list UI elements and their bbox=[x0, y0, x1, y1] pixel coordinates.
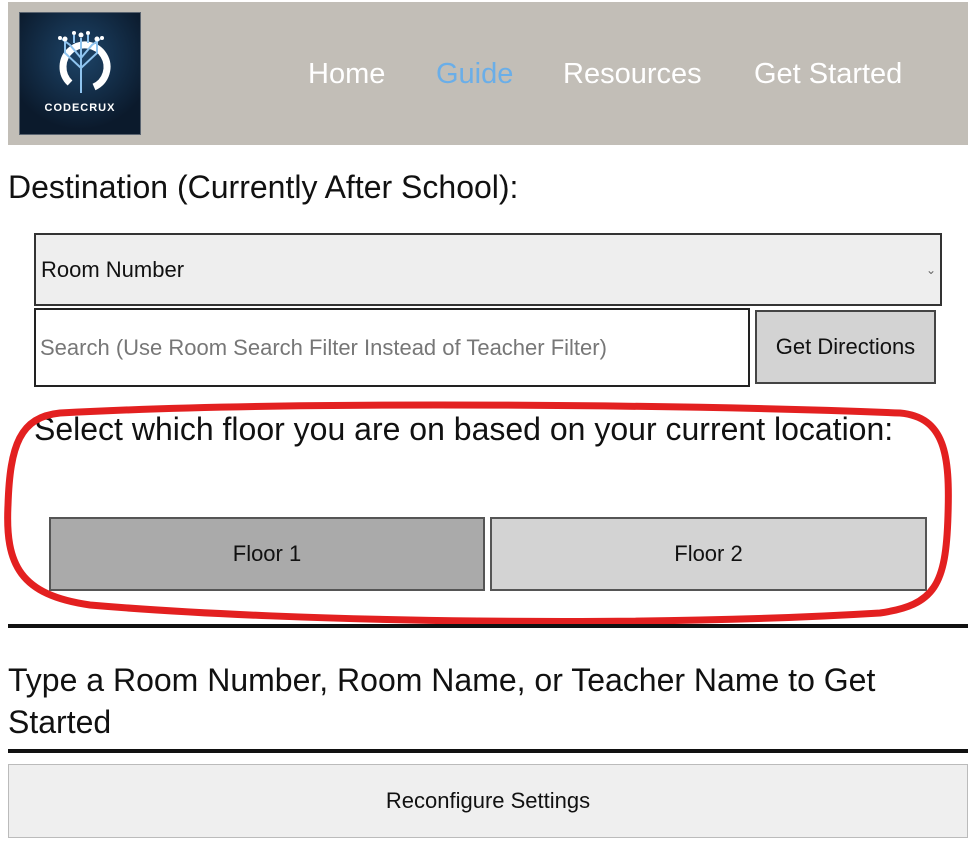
nav-guide[interactable]: Guide bbox=[436, 58, 513, 91]
codecrux-logo[interactable]: CODECRUX bbox=[19, 12, 141, 135]
reconfigure-settings-button[interactable]: Reconfigure Settings bbox=[8, 764, 968, 838]
destination-type-select[interactable]: Room Number ⌄ bbox=[34, 233, 942, 306]
red-annotation-circle bbox=[4, 401, 952, 625]
logo-text: CODECRUX bbox=[44, 102, 116, 114]
nav-resources[interactable]: Resources bbox=[563, 58, 702, 91]
nav-home[interactable]: Home bbox=[308, 58, 385, 91]
site-header: CODECRUX Home Guide Resources Get Starte… bbox=[8, 2, 968, 145]
divider bbox=[8, 624, 968, 628]
divider bbox=[8, 749, 968, 753]
search-placeholder: Search (Use Room Search Filter Instead o… bbox=[40, 334, 607, 360]
search-input[interactable]: Search (Use Room Search Filter Instead o… bbox=[34, 308, 750, 387]
info-text: Type a Room Number, Room Name, or Teache… bbox=[8, 662, 876, 740]
chevron-down-icon: ⌄ bbox=[925, 262, 936, 277]
tree-circuit-icon bbox=[58, 31, 111, 93]
destination-heading: Destination (Currently After School): bbox=[8, 169, 519, 205]
select-value: Room Number bbox=[41, 256, 185, 282]
nav-get-started[interactable]: Get Started bbox=[754, 58, 902, 91]
get-directions-button[interactable]: Get Directions bbox=[755, 310, 936, 384]
